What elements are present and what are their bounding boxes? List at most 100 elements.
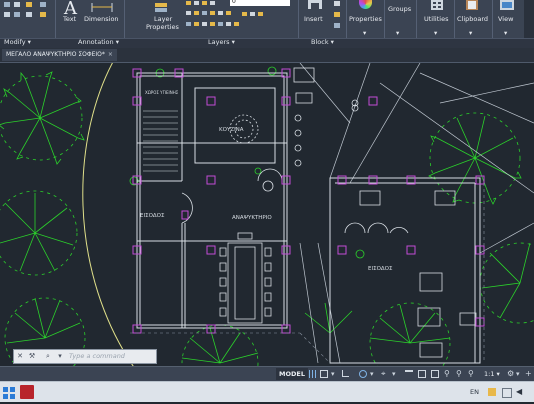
gear-icon[interactable]: ⚙	[507, 370, 515, 378]
ribbon-separator	[124, 0, 125, 38]
dining-table	[219, 232, 272, 324]
annotation-scale-icon[interactable]: ⚲	[444, 370, 452, 378]
insert-label: Insert	[304, 15, 323, 23]
properties-dropdown-icon[interactable]: ▾	[363, 29, 366, 37]
document-tab-title: ΜΕΓΑΛΟ ΑΝΑΨΥΚΤΗΡΙΟ ΣΟΦΕΙΟ*	[6, 51, 105, 58]
groups-button[interactable]: Groups ▾	[386, 0, 414, 38]
utilities-dropdown-icon[interactable]: ▾	[434, 29, 437, 37]
dimension-tool-label: Dimension	[84, 15, 119, 23]
transparency-icon[interactable]	[418, 370, 426, 378]
ribbon: A Text Dimension Layer Properties 0 Inse…	[0, 0, 534, 38]
text-tool-label: Text	[63, 15, 77, 23]
view-label: View	[498, 15, 514, 23]
taskbar: EN ◀	[0, 381, 534, 402]
pdf-reader-icon[interactable]	[20, 385, 34, 399]
insert-button[interactable]: Insert	[302, 0, 328, 34]
room-label-eisodos-right: ΕΙΣΟΔΟΣ	[368, 266, 393, 272]
start-button[interactable]	[2, 385, 16, 399]
search-icon[interactable]: ⌕	[44, 352, 52, 360]
view-dropdown-icon[interactable]: ▾	[504, 29, 507, 37]
structural-columns	[132, 68, 485, 334]
properties-label: Properties	[349, 15, 382, 23]
layer-properties-button[interactable]: Layer Properties	[145, 0, 179, 36]
plus-icon[interactable]: +	[525, 370, 533, 378]
ribbon-separator	[298, 0, 299, 38]
room-label-anapsyktirio: ΑΝΑΨΥΚΤΗΡΙΟ	[232, 215, 272, 221]
ribbon-separator	[346, 0, 347, 38]
layer-dropdown[interactable]: 0	[230, 0, 254, 6]
ribbon-separator	[384, 0, 385, 38]
groups-dropdown-icon[interactable]: ▾	[396, 29, 399, 37]
scale-dropdown[interactable]: 1:1 ▾	[484, 368, 500, 380]
ribbon-separator	[416, 0, 417, 38]
view-icon	[500, 0, 514, 10]
panel-block-label: Block	[311, 38, 329, 46]
ribbon-separator	[55, 0, 56, 38]
layer-properties-label-1: Layer	[154, 15, 173, 23]
ortho-icon[interactable]	[342, 370, 349, 377]
text-tool-button[interactable]: A Text	[60, 0, 82, 30]
selection-cycle-icon[interactable]	[431, 370, 439, 378]
flag-icon[interactable]	[488, 388, 496, 396]
close-icon[interactable]: ×	[108, 51, 113, 58]
chevron-down-icon[interactable]: ▾	[392, 370, 400, 378]
door-arcs	[181, 168, 409, 234]
layer-number: 0	[232, 0, 236, 5]
auto-scale-icon[interactable]: ⚲	[468, 370, 476, 378]
snap-icon[interactable]	[320, 370, 328, 378]
status-bar: MODEL ▾ ▾ ⌖ ▾ ⚲ ⚲ ⚲ 1:1 ▾ ⚙ ▾ +	[0, 366, 534, 381]
wrench-icon[interactable]: ⚒	[28, 352, 36, 360]
panel-annotation[interactable]: Annotation ▾	[78, 38, 119, 47]
site-lines	[299, 63, 534, 364]
ribbon-scroll-handle[interactable]	[524, 0, 534, 38]
staircase	[143, 110, 178, 172]
panel-layers[interactable]: Layers ▾	[208, 38, 235, 47]
panel-annotation-label: Annotation	[78, 38, 114, 46]
clipboard-button[interactable]: Clipboard ▾	[455, 0, 489, 38]
layer-stack-icon	[155, 3, 167, 12]
close-icon[interactable]: ✕	[16, 352, 24, 360]
chevron-down-icon[interactable]: ▾	[370, 370, 378, 378]
room-label-kouzina: ΚΟΥΖΙΝΑ	[219, 127, 244, 133]
room-label-wc: ΧΩΡΟΣ ΥΓΙΕΙΝΗΣ	[145, 90, 179, 95]
panel-layers-label: Layers	[208, 38, 230, 46]
lineweight-icon[interactable]	[405, 370, 413, 376]
properties-button[interactable]: Properties ▾	[349, 0, 383, 38]
color-wheel-icon	[359, 0, 372, 9]
annotation-visibility-icon[interactable]: ⚲	[456, 370, 464, 378]
modify-tools-icon[interactable]	[2, 0, 52, 22]
grid-icon[interactable]	[309, 370, 317, 378]
language-indicator[interactable]: EN	[470, 382, 479, 402]
chevron-down-icon[interactable]: ▾	[516, 370, 524, 378]
chevron-down-icon[interactable]: ▾	[331, 370, 339, 378]
site-boundary-arc	[82, 63, 134, 366]
model-tab[interactable]: MODEL	[276, 368, 308, 380]
clipboard-dropdown-icon[interactable]: ▾	[469, 29, 472, 37]
ribbon-separator	[492, 0, 493, 38]
command-line[interactable]: ✕ ⚒ ⌕ ▾ Type a command	[13, 349, 157, 364]
calculator-icon	[431, 0, 443, 10]
clipboard-label: Clipboard	[457, 15, 489, 23]
panel-modify-label: Modify	[4, 38, 26, 46]
network-icon[interactable]	[502, 388, 512, 398]
groups-label: Groups	[388, 5, 412, 13]
volume-icon[interactable]: ◀	[516, 388, 524, 396]
scale-label: 1:1	[484, 370, 495, 378]
polar-icon[interactable]	[359, 370, 367, 378]
utilities-button[interactable]: Utilities ▾	[420, 0, 454, 38]
view-button[interactable]: View ▾	[494, 0, 520, 38]
command-input[interactable]: Type a command	[69, 350, 125, 363]
document-tab[interactable]: ΜΕΓΑΛΟ ΑΝΑΨΥΚΤΗΡΙΟ ΣΟΦΕΙΟ* ×	[2, 49, 117, 61]
dimension-tool-button[interactable]: Dimension	[84, 0, 120, 30]
drawing-canvas[interactable]: ΚΟΥΖΙΝΑ ΕΙΣΟΔΟΣ ΕΙΣΟΔΟΣ ΑΝΑΨΥΚΤΗΡΙΟ ΧΩΡΟ…	[0, 63, 534, 366]
panel-modify[interactable]: Modify ▾	[4, 38, 31, 47]
panel-block[interactable]: Block ▾	[311, 38, 334, 47]
insert-block-icon	[308, 0, 322, 9]
floor-plan-drawing: ΚΟΥΖΙΝΑ ΕΙΣΟΔΟΣ ΕΙΣΟΔΟΣ ΑΝΑΨΥΚΤΗΡΙΟ ΧΩΡΟ…	[0, 63, 534, 366]
document-tab-bar: ΜΕΓΑΛΟ ΑΝΑΨΥΚΤΗΡΙΟ ΣΟΦΕΙΟ* ×	[0, 48, 534, 63]
chevron-down-icon[interactable]: ▾	[56, 352, 64, 360]
room-label-eisodos-left: ΕΙΣΟΔΟΣ	[140, 213, 165, 219]
utilities-label: Utilities	[424, 15, 449, 23]
cafe-tables	[262, 67, 477, 358]
osnap-icon[interactable]: ⌖	[381, 370, 389, 378]
